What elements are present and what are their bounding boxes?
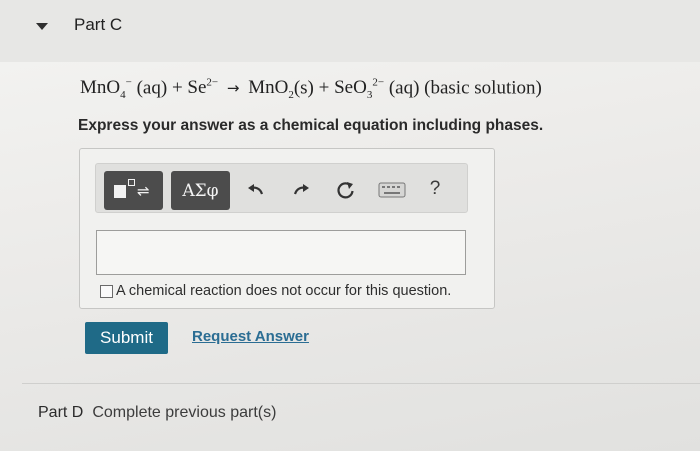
submit-button[interactable]: Submit [85, 322, 168, 354]
reset-icon[interactable] [334, 178, 358, 202]
part-d-header: Part D Complete previous part(s) [38, 404, 276, 422]
reaction-equation: MnO4− (aq) + Se2− → MnO2(s) + SeO32− (aq… [80, 77, 542, 102]
answer-input[interactable] [96, 230, 466, 275]
no-reaction-option[interactable]: A chemical reaction does not occur for t… [100, 283, 451, 299]
product-mno2: MnO2 [248, 77, 294, 102]
product-selenite: SeO32− [334, 77, 385, 102]
part-c-title: Part C [74, 15, 123, 34]
reaction-condition: (basic solution) [424, 77, 542, 99]
reactant-selenide: Se2− [187, 77, 219, 99]
part-d-status: Complete previous part(s) [92, 404, 277, 421]
reaction-arrow: → [226, 79, 240, 98]
undo-icon[interactable] [244, 178, 268, 202]
part-d-label: Part D [38, 404, 84, 421]
reactant-permanganate: MnO4− [80, 77, 132, 102]
templates-button[interactable]: ⇌ [104, 171, 163, 210]
redo-icon[interactable] [289, 178, 313, 202]
symbols-button[interactable]: ΑΣφ [171, 171, 230, 210]
collapse-caret-icon[interactable] [36, 23, 48, 30]
answer-instruction: Express your answer as a chemical equati… [78, 117, 544, 134]
templates-icon [114, 185, 126, 198]
help-icon[interactable]: ? [424, 178, 446, 202]
no-reaction-label: A chemical reaction does not occur for t… [116, 283, 452, 299]
keyboard-icon[interactable] [378, 178, 406, 202]
no-reaction-checkbox[interactable] [100, 284, 113, 298]
request-answer-link[interactable]: Request Answer [192, 328, 309, 345]
section-divider [22, 383, 700, 384]
